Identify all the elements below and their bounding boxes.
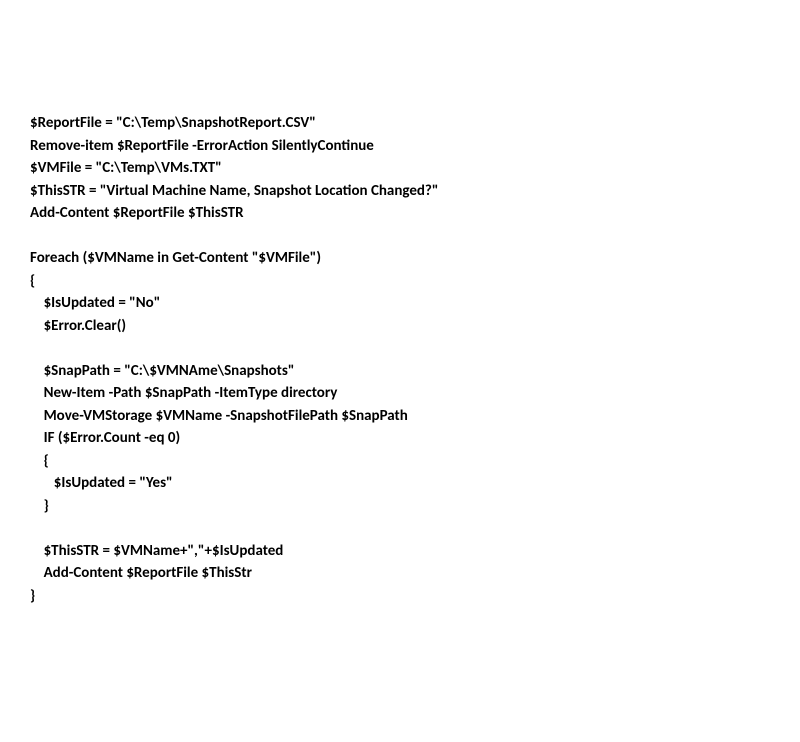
code-line: $ThisSTR = "Virtual Machine Name, Snapsh… [30,182,438,200]
code-line: } [30,497,49,515]
code-line: $IsUpdated = "No" [30,294,160,312]
code-line: $VMFile = "C:\Temp\VMs.TXT" [30,159,222,177]
code-line: Move-VMStorage $VMName -SnapshotFilePath… [30,407,408,425]
code-line: Add-Content $ReportFile $ThisSTR [30,204,244,222]
code-line: $ReportFile = "C:\Temp\SnapshotReport.CS… [30,114,316,132]
code-line: Foreach ($VMName in Get-Content "$VMFile… [30,249,321,267]
code-line: New-Item -Path $SnapPath -ItemType direc… [30,384,337,402]
code-line: $SnapPath = "C:\$VMNAme\Snapshots" [30,362,294,380]
code-line: $Error.Clear() [30,317,126,335]
code-line: $IsUpdated = "Yes" [30,474,173,492]
code-line: Remove-item $ReportFile -ErrorAction Sil… [30,137,374,155]
code-line: IF ($Error.Count -eq 0) [30,429,180,447]
code-line: } [30,587,35,605]
code-line: { [30,272,35,290]
code-line: Add-Content $ReportFile $ThisStr [30,564,252,582]
code-line: $ThisSTR = $VMName+","+$IsUpdated [30,542,283,560]
code-line: { [30,452,49,470]
powershell-script: $ReportFile = "C:\Temp\SnapshotReport.CS… [30,112,770,607]
